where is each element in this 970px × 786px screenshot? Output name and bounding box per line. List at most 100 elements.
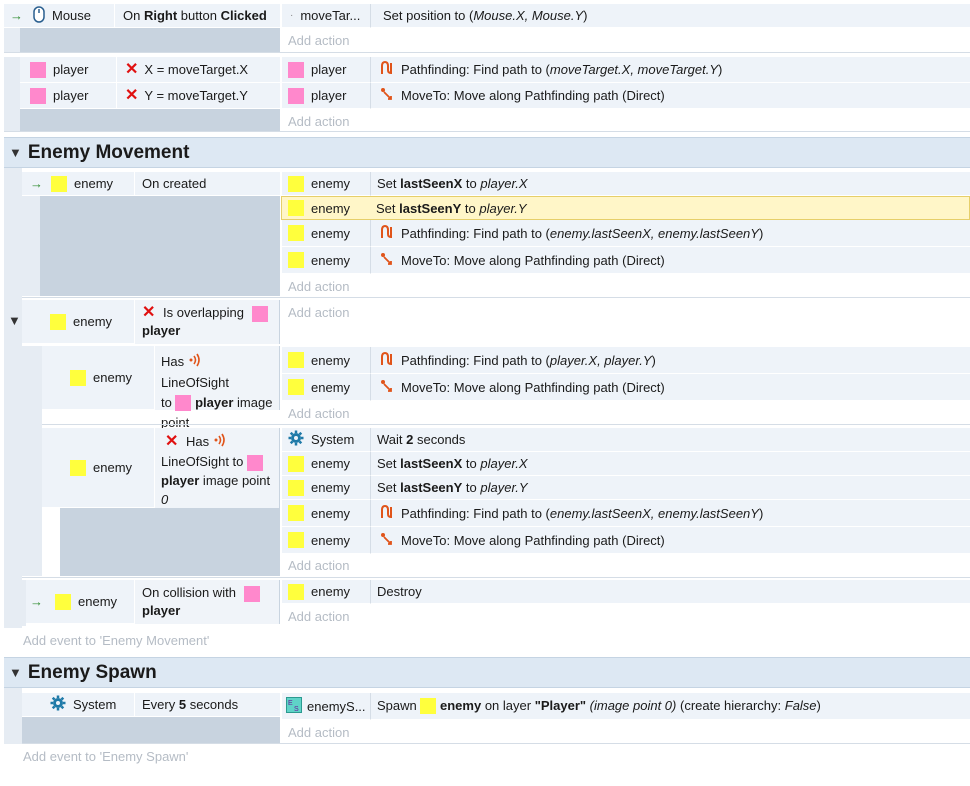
action-label: to bbox=[461, 200, 480, 216]
pathfinding-icon bbox=[379, 351, 395, 370]
action-text: Pathfinding: Find path to (moveTarget.X,… bbox=[401, 62, 722, 77]
condition-text: On collision with bbox=[142, 585, 236, 600]
action-suffix: ) bbox=[651, 352, 656, 368]
action-object-player[interactable]: player bbox=[282, 57, 370, 83]
action-move-along-path[interactable]: MoveTo: Move along Pathfinding path (Dir… bbox=[370, 374, 970, 401]
divider bbox=[42, 424, 970, 425]
action-label: MoveTo: Move along Pathfinding path (Dir… bbox=[401, 252, 665, 268]
condition-text: On created bbox=[142, 176, 207, 191]
condition-is-overlapping[interactable]: ✕ Is overlapping player bbox=[134, 300, 280, 344]
condition-compare-y[interactable]: ✕ Y = moveTarget.Y bbox=[116, 83, 280, 109]
subevent-gutter bbox=[22, 346, 42, 576]
collapse-triangle-icon[interactable]: ▼ bbox=[9, 665, 22, 680]
add-action-link[interactable]: Add action bbox=[288, 558, 349, 573]
action-object-enemyspawner[interactable]: ES enemyS... bbox=[282, 693, 370, 720]
action-set-lastseenx[interactable]: Set lastSeenX to player.X bbox=[370, 452, 970, 476]
cond-object-player[interactable]: player bbox=[20, 57, 116, 83]
object-name: enemy bbox=[311, 584, 351, 599]
condition-compare-x[interactable]: ✕ X = moveTarget.X bbox=[116, 57, 280, 83]
cond-object-player[interactable]: player bbox=[20, 83, 116, 109]
add-action-link[interactable]: Add action bbox=[288, 114, 349, 129]
action-destroy[interactable]: Destroy bbox=[370, 580, 970, 604]
action-set-lastseenx[interactable]: Set lastSeenX to player.X bbox=[370, 172, 970, 196]
cond-object-enemy[interactable]: → enemy bbox=[26, 580, 134, 624]
cond-object-enemy[interactable]: enemy bbox=[22, 300, 134, 344]
action-object-enemy[interactable]: enemy bbox=[282, 196, 370, 220]
collapse-triangle-icon[interactable]: ▼ bbox=[8, 313, 21, 328]
action-label: MoveTo: Move along Pathfinding path (Dir… bbox=[401, 532, 665, 548]
action-object-enemy[interactable]: enemy bbox=[282, 172, 370, 196]
add-action-link[interactable]: Add action bbox=[288, 725, 349, 740]
action-set-lastseeny[interactable]: Set lastSeenY to player.Y bbox=[370, 196, 970, 220]
action-object-system[interactable]: System bbox=[282, 428, 370, 452]
add-action-link[interactable]: Add action bbox=[288, 33, 349, 48]
action-text: Set lastSeenY to player.Y bbox=[377, 480, 528, 495]
action-object-enemy[interactable]: enemy bbox=[282, 220, 370, 247]
enemy-sprite-icon bbox=[50, 313, 66, 330]
action-object-enemy[interactable]: enemy bbox=[282, 247, 370, 274]
action-object-enemy[interactable]: enemy bbox=[282, 476, 370, 500]
action-move-along-path[interactable]: MoveTo: Move along Pathfinding path (Dir… bbox=[370, 83, 970, 109]
action-move-along-path[interactable]: MoveTo: Move along Pathfinding path (Dir… bbox=[370, 247, 970, 274]
condition-every-seconds[interactable]: Every 5 seconds bbox=[134, 693, 280, 717]
group-title: Enemy Movement bbox=[27, 141, 190, 163]
trigger-arrow-icon: → bbox=[30, 594, 43, 609]
action-var: lastSeenY bbox=[399, 200, 462, 216]
condition-not-has-los[interactable]: ✕ Has LineOfSight to player image point … bbox=[154, 428, 280, 508]
action-object-enemy[interactable]: enemy bbox=[282, 347, 370, 374]
player-sprite-icon bbox=[288, 87, 304, 104]
condition-on-click[interactable]: On Right button Clicked bbox=[114, 4, 280, 28]
action-suffix: ) bbox=[718, 62, 723, 77]
action-spawn[interactable]: Spawn enemy on layer "Player" (image poi… bbox=[370, 693, 970, 720]
action-set-lastseeny[interactable]: Set lastSeenY to player.Y bbox=[370, 476, 970, 500]
enemy-sprite-icon bbox=[70, 459, 86, 476]
action-find-path[interactable]: Pathfinding: Find path to (enemy.lastSee… bbox=[370, 500, 970, 527]
enemy-sprite-icon bbox=[55, 593, 71, 610]
action-wait[interactable]: Wait 2 seconds bbox=[370, 428, 970, 452]
add-action-link[interactable]: Add action bbox=[288, 279, 349, 294]
action-set-position[interactable]: Set position to (Mouse.X, Mouse.Y) bbox=[370, 4, 970, 28]
add-action-link[interactable]: Add action bbox=[288, 305, 349, 320]
action-text: Pathfinding: Find path to (enemy.lastSee… bbox=[401, 506, 763, 521]
cond-object-enemy[interactable]: enemy bbox=[42, 346, 154, 410]
condition-text: X = moveTarget.X bbox=[144, 62, 249, 77]
condition-block-fill bbox=[20, 109, 280, 131]
player-sprite-icon bbox=[30, 61, 46, 78]
group-header-enemy-movement[interactable]: ▼ Enemy Movement bbox=[4, 137, 970, 168]
condition-on-collision[interactable]: On collision with player bbox=[134, 580, 280, 624]
action-object-enemy[interactable]: enemy bbox=[282, 580, 370, 604]
action-object-enemy[interactable]: enemy bbox=[282, 374, 370, 401]
group-header-enemy-spawn[interactable]: ▼ Enemy Spawn bbox=[4, 657, 970, 688]
action-object-enemy[interactable]: enemy bbox=[282, 452, 370, 476]
action-var: lastSeenY bbox=[400, 480, 463, 495]
action-move-along-path[interactable]: MoveTo: Move along Pathfinding path (Dir… bbox=[370, 527, 970, 554]
cond-object-enemy[interactable]: → enemy bbox=[22, 172, 134, 196]
add-action-link[interactable]: Add action bbox=[288, 609, 349, 624]
condition-block-fill bbox=[22, 717, 280, 743]
condition-on-created[interactable]: On created bbox=[134, 172, 280, 196]
action-find-path[interactable]: Pathfinding: Find path to (player.X, pla… bbox=[370, 347, 970, 374]
action-text: Set lastSeenY to player.Y bbox=[376, 201, 527, 216]
condition-target: player bbox=[161, 473, 200, 489]
object-name: enemy bbox=[311, 176, 351, 191]
event-mouse-object[interactable]: → Mouse bbox=[4, 4, 114, 28]
divider bbox=[4, 131, 970, 132]
action-object-enemy[interactable]: enemy bbox=[282, 527, 370, 554]
condition-target: player bbox=[142, 603, 181, 618]
add-action-link[interactable]: Add action bbox=[288, 406, 349, 421]
mouse-icon bbox=[33, 5, 45, 26]
cond-object-system[interactable]: System bbox=[22, 693, 134, 717]
condition-target: player bbox=[195, 394, 234, 410]
action-object-enemy[interactable]: enemy bbox=[282, 500, 370, 527]
action-find-path[interactable]: Pathfinding: Find path to (moveTarget.X,… bbox=[370, 57, 970, 83]
action-text: Wait 2 seconds bbox=[377, 432, 465, 447]
action-find-path[interactable]: Pathfinding: Find path to (enemy.lastSee… bbox=[370, 220, 970, 247]
add-event-link[interactable]: Add event to 'Enemy Movement' bbox=[23, 633, 209, 648]
condition-has-los[interactable]: Has LineOfSight to player image point po… bbox=[154, 346, 280, 450]
collapse-triangle-icon[interactable]: ▼ bbox=[9, 145, 22, 160]
action-object-player[interactable]: player bbox=[282, 83, 370, 109]
cond-object-enemy[interactable]: enemy bbox=[42, 428, 154, 508]
divider bbox=[4, 52, 970, 53]
add-event-link[interactable]: Add event to 'Enemy Spawn' bbox=[23, 749, 188, 764]
action-object-movetarget[interactable]: · moveTar... bbox=[282, 4, 370, 28]
